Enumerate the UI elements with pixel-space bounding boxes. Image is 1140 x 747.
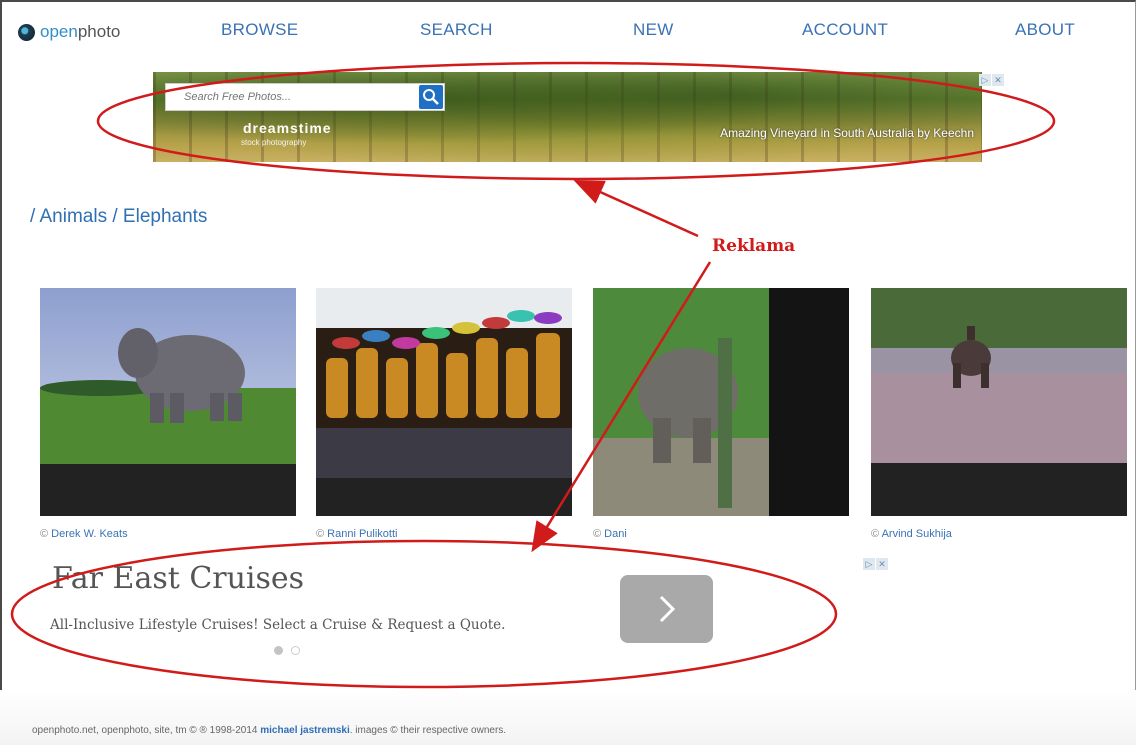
cruise-ad-description: All-Inclusive Lifestyle Cruises! Select … (50, 617, 506, 633)
footer: openphoto.net, openphoto, site, tm © ® 1… (32, 725, 507, 736)
ad-search-input[interactable] (166, 84, 414, 110)
nav-search[interactable]: SEARCH (420, 20, 493, 40)
cruise-ad-title[interactable]: Far East Cruises (52, 561, 304, 596)
page-bottom-area (0, 690, 1136, 745)
photo-author-link-2[interactable]: Ranni Pulikotti (327, 528, 397, 540)
ad-search-box (165, 83, 445, 111)
photo-thumbnail-4[interactable] (871, 288, 1127, 516)
cruise-ad-next-button[interactable] (620, 575, 713, 643)
logo-icon (18, 23, 35, 41)
nav-new[interactable]: NEW (633, 20, 674, 40)
ad-brand: dreamstime (243, 120, 332, 136)
photo-thumbnail-2[interactable] (316, 288, 572, 516)
elephant-photo-3 (593, 288, 849, 516)
photo-author-link-3[interactable]: Dani (604, 528, 627, 540)
photo-thumbnail-3[interactable] (593, 288, 849, 516)
photo-thumbnail-1[interactable] (40, 288, 296, 516)
ad-close-icon[interactable]: ✕ (992, 74, 1004, 86)
carousel-dot-2[interactable] (291, 646, 300, 655)
footer-author-link[interactable]: michael jastremski (260, 725, 350, 736)
ad-info-icon-2[interactable]: ▷ (863, 558, 875, 570)
nav-account[interactable]: ACCOUNT (802, 20, 888, 40)
logo-text: openphoto (40, 22, 121, 41)
carousel-dot-1[interactable] (274, 646, 283, 655)
top-navigation: openphoto BROWSE SEARCH NEW ACCOUNT ABOU… (0, 0, 1136, 60)
top-ad-banner[interactable]: dreamstime stock photography Amazing Vin… (153, 72, 982, 162)
ad-brand-sub: stock photography (241, 138, 307, 147)
annotation-label: Reklama (712, 236, 796, 256)
ad-info-icon[interactable]: ▷ (979, 74, 991, 86)
nav-browse[interactable]: BROWSE (221, 20, 298, 40)
elephant-photo-1 (40, 288, 296, 464)
elephant-photo-4 (871, 288, 1127, 463)
photo-credit-1: © Derek W. Keats (40, 528, 128, 540)
ad-search-button[interactable] (419, 85, 443, 109)
photo-author-link-1[interactable]: Derek W. Keats (51, 528, 127, 540)
nav-about[interactable]: ABOUT (1015, 20, 1075, 40)
photo-author-link-4[interactable]: Arvind Sukhija (882, 528, 952, 540)
search-icon (423, 89, 439, 105)
ad-choices-2[interactable]: ▷ ✕ (862, 558, 888, 570)
photo-credit-3: © Dani (593, 528, 627, 540)
carousel-dots (274, 646, 308, 655)
site-logo[interactable]: openphoto (18, 22, 120, 42)
elephant-photo-2 (316, 288, 572, 478)
ad-close-icon-2[interactable]: ✕ (876, 558, 888, 570)
chevron-right-icon (659, 595, 676, 623)
ad-caption: Amazing Vineyard in South Australia by K… (720, 126, 974, 140)
photo-credit-4: © Arvind Sukhija (871, 528, 952, 540)
photo-credit-2: © Ranni Pulikotti (316, 528, 398, 540)
breadcrumb[interactable]: / Animals / Elephants (30, 206, 207, 228)
ad-choices[interactable]: ▷ ✕ (978, 74, 1004, 86)
